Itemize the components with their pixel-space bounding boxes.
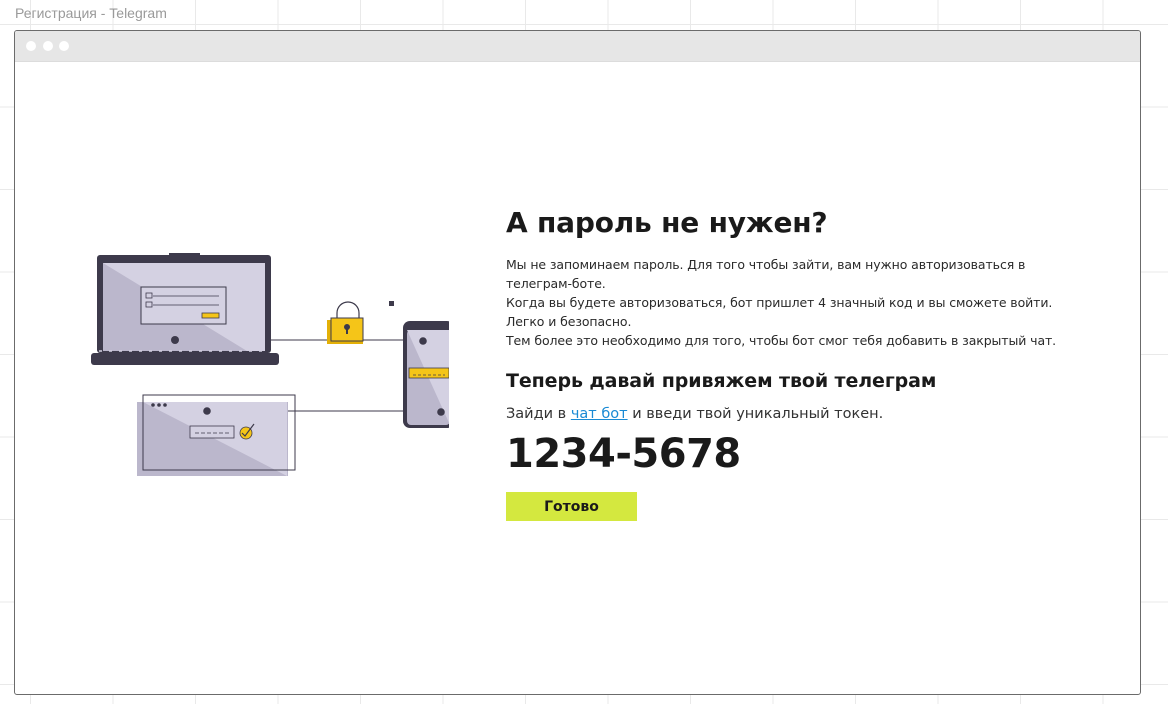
description: Мы не запоминаем пароль. Для того чтобы … [506, 255, 1106, 350]
description-line: Тем более это необходимо для того, чтобы… [506, 333, 1057, 348]
ready-button[interactable]: Готово [506, 492, 637, 521]
lock-icon [327, 301, 364, 344]
window-dot-icon [59, 41, 69, 51]
auth-content: А пароль не нужен? Мы не запоминаем паро… [506, 205, 1106, 521]
instruction-prefix: Зайди в [506, 406, 571, 422]
instruction-suffix: и введи твой уникальный токен. [627, 406, 884, 422]
browser-window-icon [137, 394, 296, 476]
section-subtitle: Теперь давай привяжем твой телеграм [506, 370, 937, 392]
description-line: Когда вы будете авторизоваться, бот приш… [506, 295, 1053, 310]
frame-title: Регистрация - Telegram [15, 5, 167, 21]
app-window: А пароль не нужен? Мы не запоминаем паро… [14, 30, 1141, 695]
security-illustration [89, 251, 457, 483]
phone-icon [389, 301, 457, 428]
security-illustration-svg [91, 253, 457, 476]
instruction-text: Зайди в чат бот и введи твой уникальный … [506, 404, 1106, 424]
chat-bot-link[interactable]: чат бот [571, 406, 628, 422]
description-line: телеграм-боте. [506, 276, 606, 291]
window-dot-icon [26, 41, 36, 51]
page-title: А пароль не нужен? [506, 206, 828, 239]
laptop-icon [91, 253, 279, 365]
window-titlebar [15, 31, 1140, 62]
token-value: 1234-5678 [506, 431, 741, 477]
description-line: Легко и безопасно. [506, 314, 632, 329]
description-line: Мы не запоминаем пароль. Для того чтобы … [506, 257, 1026, 272]
window-dot-icon [43, 41, 53, 51]
